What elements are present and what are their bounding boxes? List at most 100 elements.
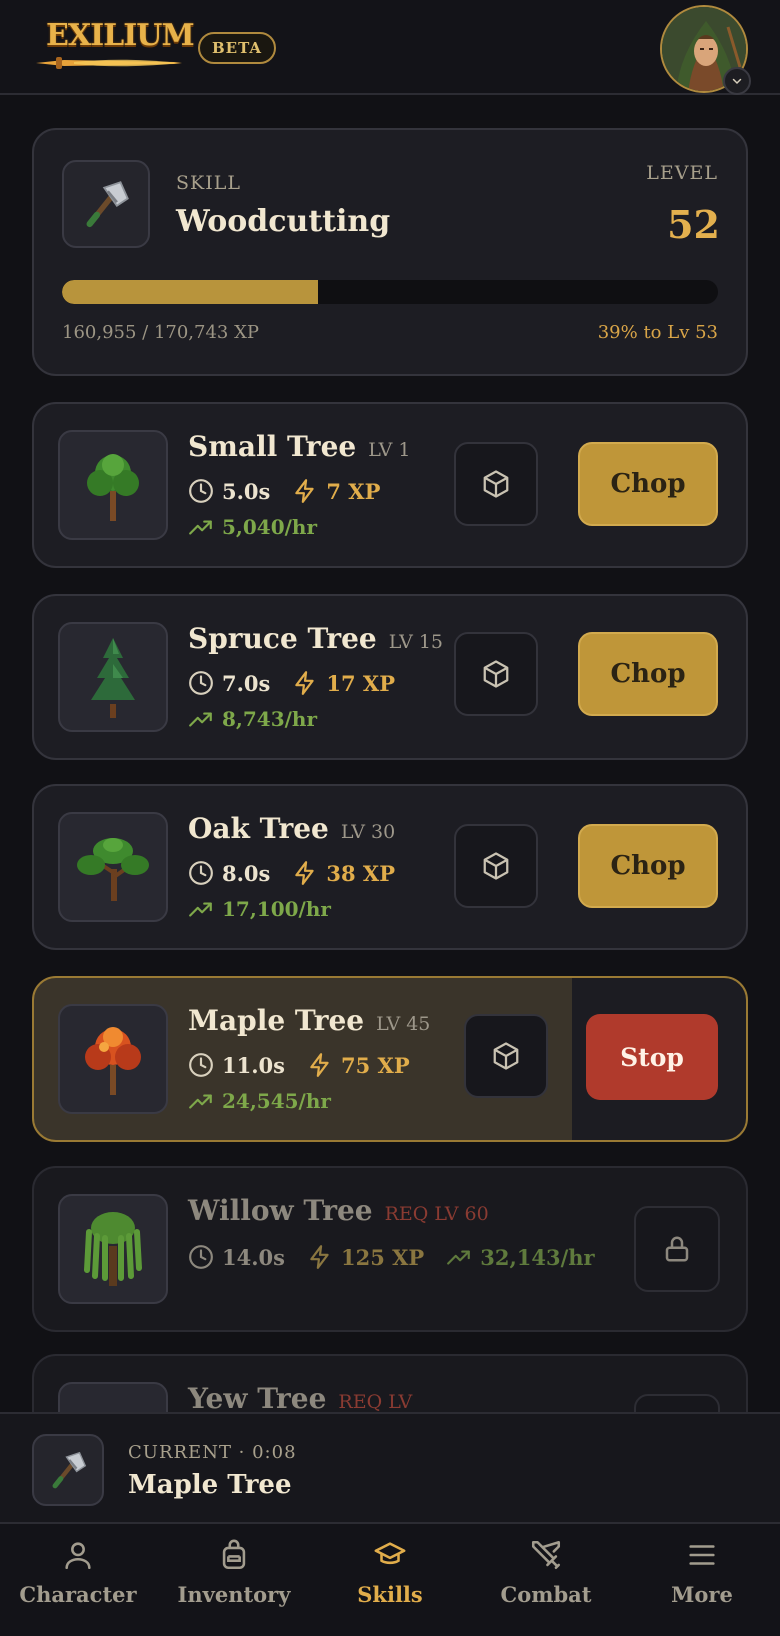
loot-button[interactable] (454, 632, 538, 716)
nav-label: Character (19, 1582, 137, 1607)
tree-xp: 75 XP (340, 1052, 410, 1078)
tree-stats: 5.0s 7 XP (188, 476, 402, 506)
chop-button[interactable]: Chop (578, 632, 718, 716)
xp-text: 160,955 / 170,743 XP (62, 322, 260, 343)
trending-up-icon (188, 1088, 214, 1114)
xp-progress-fill (62, 280, 318, 304)
exilium-logo[interactable]: EXILIUM (34, 12, 195, 74)
axe-icon (45, 1447, 91, 1493)
skill-label: SKILL (176, 172, 241, 194)
crossed-swords-icon (531, 1540, 561, 1570)
skill-name: Woodcutting (176, 204, 391, 239)
current-activity-name: Maple Tree (128, 1470, 292, 1500)
nav-label: Skills (357, 1582, 423, 1607)
person-icon (65, 1542, 91, 1570)
loot-button[interactable] (454, 824, 538, 908)
nav-combat[interactable]: Combat (468, 1524, 624, 1636)
tree-row-spruce: Spruce Tree LV 15 7.0s 17 XP 8,743/hr Cho… (32, 594, 748, 760)
axe-icon (77, 175, 135, 233)
tree-xp: 38 XP (326, 860, 395, 886)
tree-name: Willow Tree REQ LV 60 (188, 1194, 489, 1227)
tree-name: Small Tree LV 1 (188, 430, 411, 463)
sword-icon (36, 57, 182, 69)
tree-name: Spruce Tree LV 15 (188, 622, 444, 655)
skill-summary-card: SKILL Woodcutting LEVEL 52 160,955 / 170… (32, 128, 748, 376)
nav-skills[interactable]: Skills (312, 1524, 468, 1636)
nav-more[interactable]: More (624, 1524, 780, 1636)
tree-rate: 17,100/hr (188, 896, 331, 922)
willow-tree-icon (84, 1212, 142, 1286)
current-activity-icon-box (32, 1434, 104, 1506)
tree-rate: 24,545/hr (188, 1088, 331, 1114)
small-tree-icon (87, 454, 139, 521)
nav-character[interactable]: Character (0, 1524, 156, 1636)
chevron-down-icon (732, 78, 742, 85)
level-label: LEVEL (646, 162, 718, 184)
clock-icon (188, 860, 214, 886)
trending-up-icon (188, 706, 214, 732)
tree-requirement: REQ LV 60 (384, 1203, 489, 1225)
clock-icon (188, 1052, 214, 1078)
nav-inventory[interactable]: Inventory (156, 1524, 312, 1636)
trending-up-icon (188, 896, 214, 922)
spruce-tree-icon-box (58, 622, 168, 732)
logo-text: EXILIUM (46, 18, 195, 53)
loot-button[interactable] (454, 442, 538, 526)
current-activity-label: CURRENT · 0:08 (128, 1442, 297, 1463)
chop-button[interactable]: Chop (578, 824, 718, 908)
bottom-nav: Character Inventory Skills Combat More (0, 1524, 780, 1636)
box-icon (481, 659, 511, 689)
loot-button[interactable] (464, 1014, 548, 1098)
stop-button[interactable]: Stop (586, 1014, 718, 1100)
nav-label: More (671, 1582, 733, 1607)
tree-row-small: Small Tree LV 1 5.0s 7 XP 5,040/hr Chop (32, 402, 748, 568)
locked-indicator (634, 1206, 720, 1292)
spruce-tree-icon (91, 638, 135, 718)
current-activity-bar[interactable]: CURRENT · 0:08 Maple Tree (0, 1412, 780, 1524)
trending-up-icon (188, 514, 214, 540)
tree-level: LV 1 (368, 439, 411, 461)
tree-name: Oak Tree LV 30 (188, 812, 396, 845)
tree-stats: 14.0s 125 XP 32,143/hr (188, 1242, 617, 1272)
tree-stats: 7.0s 17 XP (188, 668, 417, 698)
menu-icon (689, 1545, 715, 1565)
skill-icon-box (62, 160, 150, 248)
clock-icon (188, 478, 214, 504)
bolt-icon (292, 860, 318, 886)
bolt-icon (307, 1052, 333, 1078)
clock-icon (188, 670, 214, 696)
maple-tree-icon-box (58, 1004, 168, 1114)
nav-label: Inventory (177, 1582, 291, 1607)
chop-button[interactable]: Chop (578, 442, 718, 526)
clock-icon (188, 1244, 214, 1270)
tree-time: 14.0s (222, 1244, 285, 1270)
tree-xp: 17 XP (326, 670, 395, 696)
xp-progress-text: 39% to Lv 53 (597, 322, 718, 343)
oak-tree-icon (77, 838, 149, 901)
tree-row-maple: Maple Tree LV 45 11.0s 75 XP 24,545/hr St… (32, 976, 748, 1142)
tree-rate: 8,743/hr (188, 706, 317, 732)
tree-row-willow: Willow Tree REQ LV 60 14.0s 125 XP 32,143… (32, 1166, 748, 1332)
backpack-icon (222, 1539, 246, 1570)
tree-requirement: REQ LV (338, 1391, 413, 1413)
bolt-icon (292, 670, 318, 696)
tree-stats: 8.0s 38 XP (188, 858, 417, 888)
level-value: 52 (667, 202, 720, 247)
box-icon (481, 851, 511, 881)
tree-level: LV 45 (376, 1013, 431, 1035)
tree-name: Yew Tree REQ LV (188, 1382, 413, 1415)
box-icon (481, 469, 511, 499)
oak-tree-icon-box (58, 812, 168, 922)
tree-xp: 7 XP (326, 478, 381, 504)
maple-tree-icon (85, 1027, 141, 1095)
willow-tree-icon-box (58, 1194, 168, 1304)
beta-badge: BETA (198, 32, 276, 64)
avatar-menu-toggle[interactable] (723, 67, 751, 95)
lock-icon (662, 1234, 692, 1264)
tree-rate: 5,040/hr (188, 514, 317, 540)
xp-progress-bar (62, 280, 718, 304)
tree-time: 8.0s (222, 860, 271, 886)
graduation-cap-icon (374, 1542, 406, 1565)
box-icon (491, 1041, 521, 1071)
tree-level: LV 15 (388, 631, 444, 653)
